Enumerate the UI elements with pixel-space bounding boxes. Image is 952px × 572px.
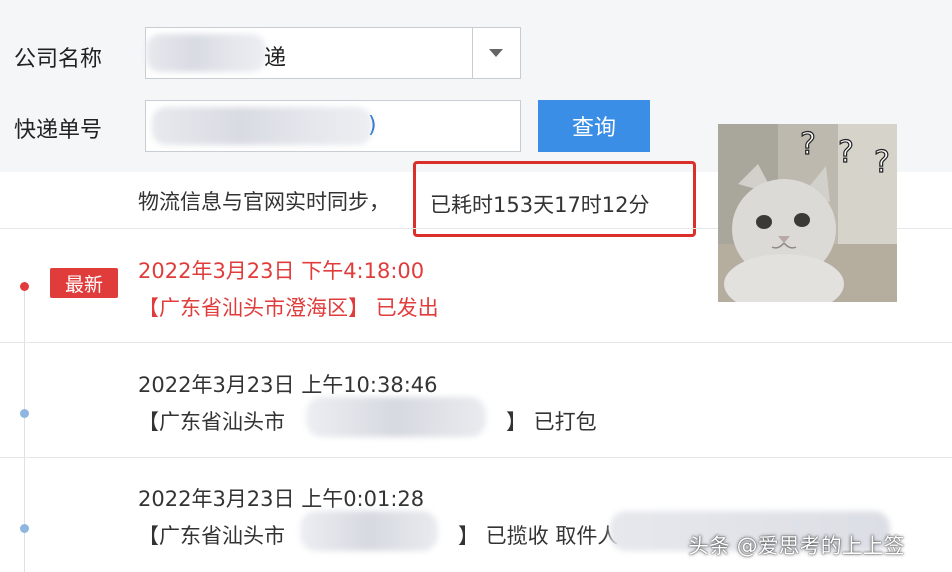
event-time: 2022年3月23日 上午0:01:28	[138, 487, 425, 511]
blurred-address	[306, 397, 486, 437]
blurred-tracking-number	[152, 107, 372, 145]
row-divider	[0, 342, 952, 343]
company-select-value: 递	[264, 46, 287, 71]
event-time: 2022年3月23日 上午10:38:46	[138, 373, 438, 397]
event-time: 2022年3月23日 下午4:18:00	[138, 259, 425, 283]
event-detail: 【广东省汕头市	[138, 410, 285, 434]
latest-badge: 最新	[50, 268, 118, 298]
tracking-number-label: 快递单号	[14, 118, 103, 143]
watermark: 头条 @爱思考的上上签	[688, 534, 905, 558]
event-detail: 【广东省汕头市	[138, 524, 285, 548]
event-status: 】 已打包	[506, 410, 597, 434]
elapsed-time-text: 已耗时153天17时12分	[430, 193, 650, 217]
company-label: 公司名称	[14, 47, 103, 72]
sync-status-text: 物流信息与官网实时同步，	[138, 190, 390, 214]
sync-status-row: 物流信息与官网实时同步， 已耗时153天17时12分	[0, 161, 700, 237]
tracking-number-tail: )	[368, 113, 377, 138]
elapsed-highlight-box: 已耗时153天17时12分	[413, 161, 696, 237]
select-divider	[472, 28, 473, 78]
event-status: 】 已揽收 取件人	[458, 524, 619, 548]
timeline-dot	[20, 409, 29, 418]
blurred-address	[300, 511, 438, 551]
query-button[interactable]: 查询	[538, 100, 650, 152]
chevron-down-icon[interactable]	[489, 49, 503, 57]
question-mark-1: ?	[800, 127, 816, 162]
timeline-dot-latest	[20, 282, 29, 291]
cat-meme-image: ? ? ?	[718, 124, 897, 302]
timeline-dot	[20, 524, 29, 533]
blurred-company-name	[146, 34, 266, 72]
company-select[interactable]: 递	[145, 27, 521, 79]
question-mark-2: ?	[838, 135, 854, 170]
row-divider	[0, 457, 952, 458]
question-mark-3: ?	[874, 145, 890, 180]
tracking-number-input[interactable]: )	[145, 100, 521, 152]
event-detail: 【广东省汕头市澄海区】 已发出	[138, 296, 439, 320]
